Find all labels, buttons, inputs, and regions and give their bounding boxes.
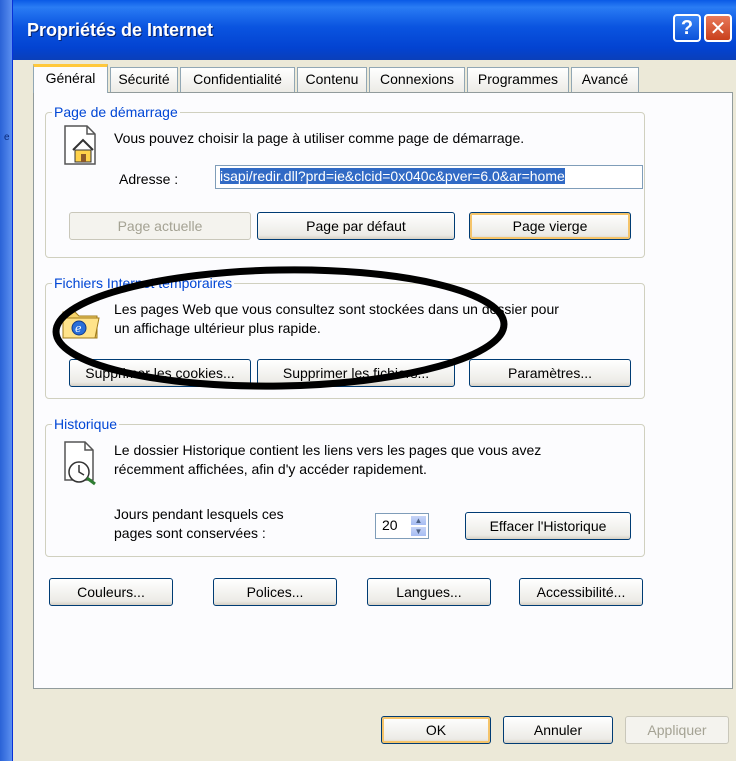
title-bar[interactable]: Propriétés de Internet ? ✕ <box>13 0 736 60</box>
tab-general[interactable]: Général <box>33 64 108 93</box>
days-stepper-arrows: ▲ ▼ <box>410 515 427 537</box>
internet-properties-dialog: Propriétés de Internet ? ✕ Général Sécur… <box>12 0 736 761</box>
stepper-down-icon[interactable]: ▼ <box>410 526 427 537</box>
use-blank-page-button[interactable]: Page vierge <box>469 212 631 240</box>
tab-privacy[interactable]: Confidentialité <box>180 67 295 92</box>
close-button[interactable]: ✕ <box>704 14 732 42</box>
ok-button[interactable]: OK <box>381 716 491 744</box>
history-description-line1: Le dossier Historique contient les liens… <box>114 442 542 458</box>
apply-button[interactable]: Appliquer <box>625 716 729 744</box>
use-current-page-button[interactable]: Page actuelle <box>69 212 251 240</box>
temp-files-legend: Fichiers Internet temporaires <box>54 275 233 291</box>
tab-security[interactable]: Sécurité <box>110 67 178 92</box>
languages-button[interactable]: Langues... <box>367 578 491 606</box>
home-page-description: Vous pouvez choisir la page à utiliser c… <box>114 130 525 146</box>
accessibility-button[interactable]: Accessibilité... <box>519 578 643 606</box>
tab-content[interactable]: Contenu <box>297 67 367 92</box>
history-legend: Historique <box>54 416 118 432</box>
clear-history-button[interactable]: Effacer l'Historique <box>465 512 631 540</box>
history-icon <box>64 441 96 486</box>
days-stepper[interactable]: 20 ▲ ▼ <box>375 513 429 539</box>
svg-text:e: e <box>75 322 82 335</box>
days-label-line2: pages sont conservées : <box>114 525 266 541</box>
days-label-line1: Jours pendant lesquels ces <box>114 506 284 522</box>
stepper-up-icon[interactable]: ▲ <box>410 515 427 526</box>
cancel-button[interactable]: Annuler <box>503 716 613 744</box>
delete-files-button[interactable]: Supprimer les fichiers... <box>257 359 455 387</box>
temp-files-settings-button[interactable]: Paramètres... <box>469 359 631 387</box>
temp-files-description-line1: Les pages Web que vous consultez sont st… <box>114 301 559 317</box>
tab-connections[interactable]: Connexions <box>369 67 465 92</box>
background-glyph: e <box>4 132 10 143</box>
window-title: Propriétés de Internet <box>27 20 214 40</box>
fonts-button[interactable]: Polices... <box>213 578 337 606</box>
colors-button[interactable]: Couleurs... <box>49 578 173 606</box>
address-input[interactable]: isapi/redir.dll?prd=ie&clcid=0x040c&pver… <box>215 165 643 189</box>
tab-strip: Général Sécurité Confidentialité Contenu… <box>33 64 733 93</box>
use-default-page-button[interactable]: Page par défaut <box>257 212 455 240</box>
temp-files-description-line2: un affichage ultérieur plus rapide. <box>114 320 321 336</box>
history-description-line2: récemment affichées, afin d'y accéder ra… <box>114 461 427 477</box>
home-page-icon <box>64 125 96 165</box>
tab-advanced[interactable]: Avancé <box>571 67 639 92</box>
home-page-legend: Page de démarrage <box>54 104 178 120</box>
background-window-edge: e <box>0 0 12 761</box>
address-value: isapi/redir.dll?prd=ie&clcid=0x040c&pver… <box>220 168 565 184</box>
days-value: 20 <box>382 517 398 533</box>
help-button[interactable]: ? <box>673 14 701 42</box>
tab-programs[interactable]: Programmes <box>467 67 569 92</box>
temp-files-folder-icon: e <box>62 311 100 339</box>
address-label: Adresse : <box>119 171 179 187</box>
delete-cookies-button[interactable]: Supprimer les cookies... <box>69 359 251 387</box>
